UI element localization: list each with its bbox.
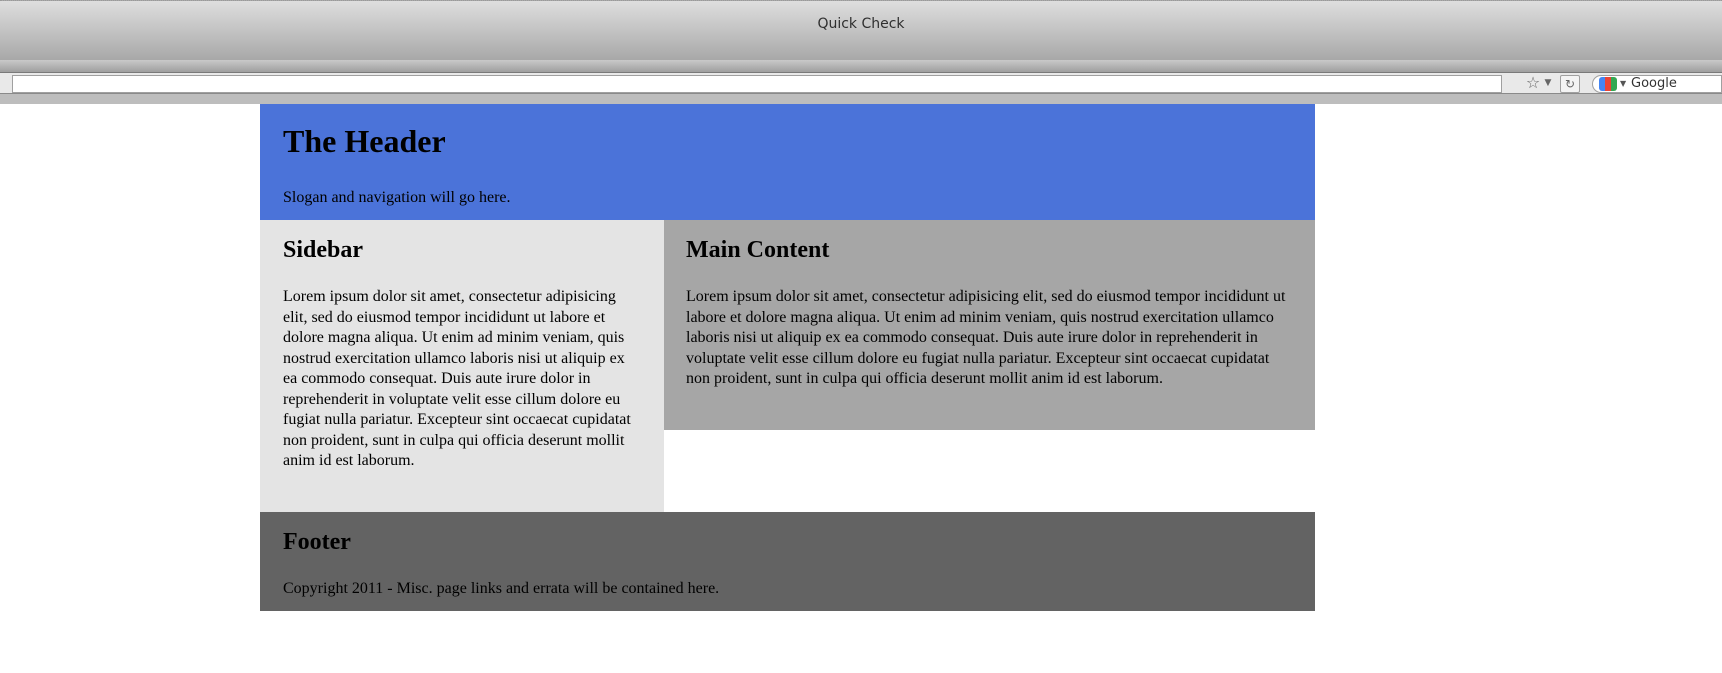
main-content: Main Content Lorem ipsum dolor sit amet,… bbox=[664, 220, 1315, 430]
navigation-toolbar: ☆ ▼ ↻ ▼ Google bbox=[0, 72, 1722, 94]
window-title-bar[interactable]: Quick Check bbox=[0, 0, 1722, 60]
content-columns: Sidebar Lorem ipsum dolor sit amet, cons… bbox=[260, 220, 1315, 512]
window-title: Quick Check bbox=[817, 16, 905, 32]
sidebar-text: Lorem ipsum dolor sit amet, consectetur … bbox=[283, 288, 631, 469]
page-footer: Footer Copyright 2011 - Misc. page links… bbox=[260, 512, 1315, 611]
header-title: The Header bbox=[283, 123, 446, 159]
chevron-down-icon[interactable]: ▼ bbox=[1542, 73, 1554, 93]
sidebar: Sidebar Lorem ipsum dolor sit amet, cons… bbox=[260, 220, 664, 512]
toolbar-bottom-border bbox=[0, 94, 1722, 104]
reload-icon[interactable]: ↻ bbox=[1560, 75, 1580, 93]
sidebar-title: Sidebar bbox=[283, 237, 364, 263]
footer-text: Copyright 2011 - Misc. page links and er… bbox=[283, 580, 720, 597]
main-content-text: Lorem ipsum dolor sit amet, consectetur … bbox=[686, 288, 1286, 387]
main-content-title: Main Content bbox=[686, 237, 830, 263]
star-icon[interactable]: ☆ bbox=[1524, 73, 1542, 93]
search-input[interactable]: ▼ Google bbox=[1592, 75, 1722, 93]
url-input[interactable] bbox=[12, 75, 1502, 93]
toolbar-separator bbox=[0, 60, 1722, 72]
page-container: The Header Slogan and navigation will go… bbox=[260, 104, 1315, 611]
header-slogan: Slogan and navigation will go here. bbox=[283, 189, 511, 206]
google-logo-icon[interactable] bbox=[1599, 77, 1617, 91]
search-engine-label: Google bbox=[1631, 76, 1677, 91]
footer-title: Footer bbox=[283, 529, 351, 555]
page-header: The Header Slogan and navigation will go… bbox=[260, 104, 1315, 220]
search-engine-dropdown-icon[interactable]: ▼ bbox=[1620, 76, 1626, 92]
